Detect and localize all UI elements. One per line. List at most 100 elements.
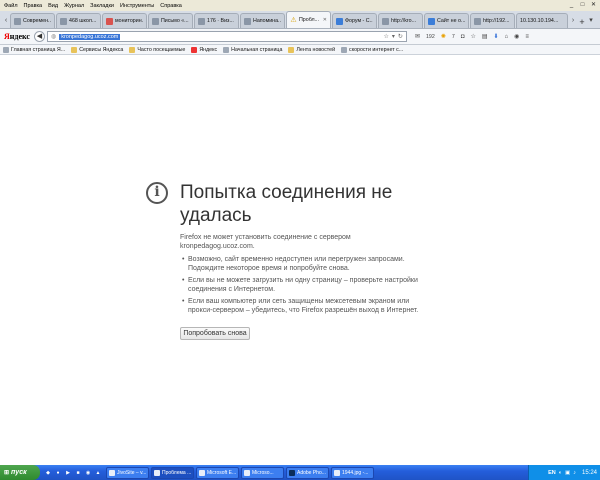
tab-scroll-left-icon[interactable]: ‹ [2, 14, 10, 28]
bookmark-item[interactable]: скорости интернет с... [341, 46, 403, 53]
close-button[interactable]: ✕ [589, 1, 598, 9]
reload-icon[interactable]: ↻ [398, 33, 403, 40]
menu-edit[interactable]: Правка [24, 3, 43, 9]
page-icon [336, 17, 343, 25]
star-icon [129, 46, 136, 53]
tab-list-icon[interactable]: ▾ [587, 14, 595, 28]
maximize-button[interactable]: □ [578, 1, 587, 9]
volume-icon[interactable]: ♪ [573, 470, 576, 476]
clipboard-icon[interactable]: ▤ [482, 33, 488, 40]
bookmarks-bar: Главная страница Я... Сервисы Яндекса Ча… [0, 45, 600, 55]
tab-label: 468 школ... [69, 18, 97, 24]
explorer-icon[interactable]: ◆ [44, 469, 52, 477]
page-icon [223, 46, 230, 53]
language-indicator[interactable]: EN [548, 470, 556, 476]
sun-icon[interactable]: ✺ [441, 33, 446, 40]
menu-help[interactable]: Справка [160, 3, 182, 9]
tab-label: Письмо «... [161, 18, 189, 24]
tab-label: Сайт не о... [437, 18, 465, 24]
network-icon[interactable]: ▣ [565, 470, 570, 476]
menu-view[interactable]: Вид [48, 3, 58, 9]
task-button[interactable]: Adobe Pho... [286, 466, 329, 479]
yandex-icon [191, 46, 198, 53]
bookmark-item[interactable]: Сервисы Яндекса [71, 46, 123, 53]
folder-icon [71, 46, 78, 53]
mail-count: 192 [425, 33, 435, 40]
task-button[interactable]: Microso... [241, 466, 284, 479]
home-icon[interactable]: ⌂ [505, 34, 509, 40]
weather-count: 7 [451, 33, 455, 40]
bookmark-item[interactable]: Лента новостей [288, 46, 335, 53]
camera-icon[interactable]: ◘ [461, 34, 465, 40]
bookmark-item[interactable]: Главная страница Я... [3, 46, 65, 53]
minimize-button[interactable]: _ [567, 1, 576, 9]
new-tab-button[interactable]: + [577, 16, 587, 28]
tab-1[interactable]: 468 школ... [56, 13, 101, 28]
browser-icon[interactable]: ● [54, 469, 62, 477]
tab-8[interactable]: http://kro... [378, 13, 423, 28]
tab-strip: ‹ Современ... 468 школ... мониторин... П… [0, 11, 600, 29]
tab-scroll-right-icon[interactable]: › [569, 14, 577, 28]
tab-label: http://192... [483, 18, 510, 24]
tab-11[interactable]: 10.130.10.194... [516, 13, 568, 28]
tab-5[interactable]: Напомина... [240, 13, 285, 28]
error-description: Firefox не может установить соединение с… [180, 234, 351, 250]
page-icon [198, 17, 205, 25]
suggestion-item: Возможно, сайт временно недоступен или п… [182, 256, 422, 273]
windows-flag-icon: ⊞ [4, 470, 10, 476]
menu-history[interactable]: Журнал [64, 3, 84, 9]
tab-3[interactable]: Письмо «... [148, 13, 193, 28]
tab-9[interactable]: Сайт не о... [424, 13, 469, 28]
mail-icon[interactable]: ✉ [415, 33, 420, 40]
tab-label: 10.130.10.194... [520, 18, 559, 24]
bookmark-item[interactable]: Часто посещаемые [129, 46, 185, 53]
tab-4[interactable]: 176 · Виз... [194, 13, 239, 28]
task-list: JivoSite – v... Проблема ... Microsoft E… [106, 466, 374, 479]
tab-7[interactable]: Форум - С... [332, 13, 377, 28]
media-icon[interactable]: ▶ [64, 469, 72, 477]
tab-label: Пробл... [299, 17, 320, 23]
tray-icon[interactable]: ◐ [559, 470, 562, 476]
menu-icon[interactable]: ≡ [525, 34, 529, 40]
tab-close-icon[interactable]: ✕ [323, 17, 327, 23]
star-icon[interactable]: ☆ [384, 33, 389, 40]
menu-file[interactable]: Файл [4, 3, 18, 9]
task-button[interactable]: 1944.jpg -... [331, 466, 374, 479]
window-controls: _ □ ✕ [567, 1, 598, 9]
menu-bookmarks[interactable]: Закладки [90, 3, 114, 9]
tab-10[interactable]: http://192... [470, 13, 515, 28]
url-text[interactable]: kronpedagog.ucoz.com [59, 33, 121, 40]
error-page: i Попытка соединения не удалась Firefox … [0, 55, 600, 465]
system-tray: EN ◐ ▣ ♪ 15:24 [528, 465, 600, 480]
page-icon [60, 17, 67, 25]
info-icon: i [146, 182, 168, 204]
skype-icon[interactable]: ◉ [84, 469, 92, 477]
tab-6-active[interactable]: ⚠ Пробл... ✕ [286, 11, 331, 28]
address-bar[interactable]: ◍ kronpedagog.ucoz.com ☆ ▾ ↻ [46, 31, 407, 42]
bookmark-item[interactable]: Яндекс [191, 46, 217, 53]
taskbar: ⊞ пуск ◆ ● ▶ ■ ◉ ▲ JivoSite – v... Пробле… [0, 465, 600, 480]
tab-label: Современ... [23, 18, 51, 24]
tab-label: мониторин... [115, 18, 143, 24]
app-icon[interactable]: ▲ [94, 469, 102, 477]
task-button[interactable]: JivoSite – v... [106, 466, 149, 479]
page-icon [3, 46, 9, 53]
task-button-active[interactable]: Проблема ... [151, 466, 194, 479]
start-button[interactable]: ⊞ пуск [0, 465, 40, 480]
dropdown-icon[interactable]: ▾ [392, 33, 395, 40]
retry-button[interactable]: Попробовать снова [180, 327, 250, 340]
tab-2[interactable]: мониторин... [102, 13, 147, 28]
desktop-icon[interactable]: ■ [74, 469, 82, 477]
bookmark-item[interactable]: Начальная страница [223, 46, 282, 53]
navigation-bar: Яндекс ◀ ◍ kronpedagog.ucoz.com ☆ ▾ ↻ ✉ … [0, 29, 600, 45]
back-button[interactable]: ◀ [33, 31, 45, 42]
menu-bar: Файл Правка Вид Журнал Закладки Инструме… [0, 0, 600, 11]
star-icon[interactable]: ☆ [470, 33, 475, 40]
download-icon[interactable]: ⬇ [494, 33, 499, 40]
chat-icon[interactable]: ◉ [514, 33, 519, 40]
app-icon [199, 469, 205, 476]
tab-0[interactable]: Современ... [10, 13, 55, 28]
task-button[interactable]: Microsoft E... [196, 466, 239, 479]
page-icon [382, 17, 389, 25]
menu-tools[interactable]: Инструменты [120, 3, 154, 9]
